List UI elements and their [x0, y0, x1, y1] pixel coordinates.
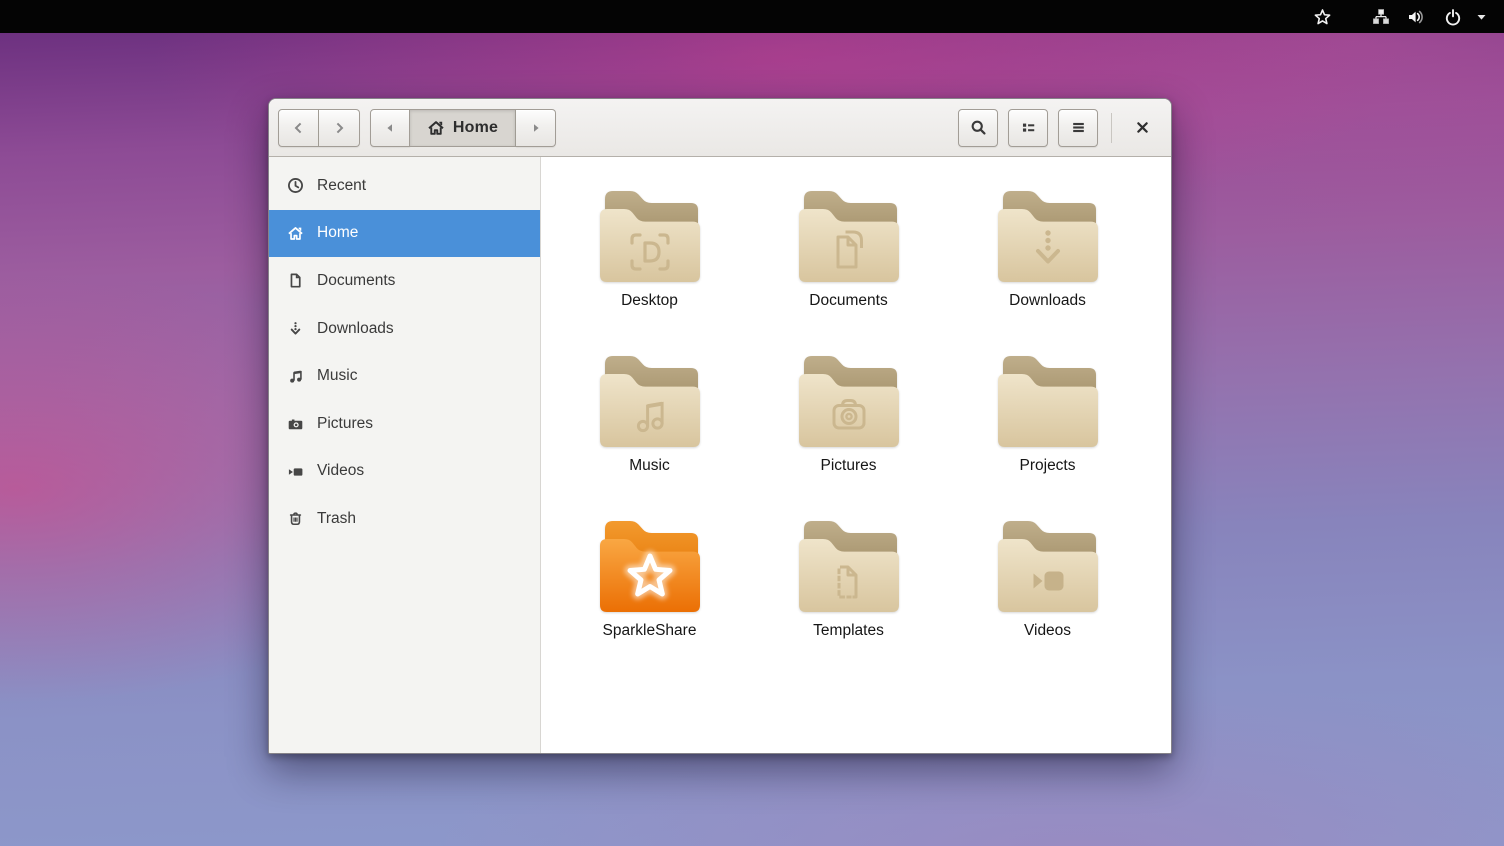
- view-list-icon: [1020, 119, 1037, 136]
- folder-pictures[interactable]: Pictures: [749, 350, 948, 515]
- view-list-button[interactable]: [1008, 109, 1048, 147]
- hamburger-menu-icon: [1070, 119, 1087, 136]
- folder-icon: [598, 185, 702, 285]
- path-previous-button[interactable]: [370, 109, 410, 147]
- folder-videos[interactable]: Videos: [948, 515, 1147, 680]
- file-label: Templates: [813, 622, 884, 640]
- folder-documents[interactable]: Documents: [749, 185, 948, 350]
- file-label: Music: [629, 457, 669, 475]
- search-button[interactable]: [958, 109, 998, 147]
- file-grid: Desktop Documents: [541, 157, 1171, 753]
- sidebar-label: Music: [317, 367, 357, 385]
- sidebar-item-trash[interactable]: Trash: [269, 495, 540, 543]
- sidebar-label: Trash: [317, 510, 356, 528]
- folder-icon-orange: [598, 515, 702, 615]
- sidebar-label: Documents: [317, 272, 395, 290]
- chevron-down-icon[interactable]: [1475, 0, 1488, 33]
- folder-icon: [797, 350, 901, 450]
- file-manager-window: Home: [268, 98, 1172, 754]
- folder-downloads[interactable]: Downloads: [948, 185, 1147, 350]
- headerbar-actions: [948, 109, 1159, 147]
- folder-templates[interactable]: Templates: [749, 515, 948, 680]
- folder-icon: [797, 515, 901, 615]
- close-icon: [1135, 120, 1150, 135]
- home-icon: [427, 119, 445, 137]
- sidebar-label: Videos: [317, 462, 364, 480]
- path-next-button[interactable]: [516, 109, 556, 147]
- menu-button[interactable]: [1058, 109, 1098, 147]
- file-label: SparkleShare: [603, 622, 697, 640]
- network-tree-icon[interactable]: [1372, 0, 1390, 33]
- camera-icon: [287, 415, 304, 432]
- sidebar-item-documents[interactable]: Documents: [269, 257, 540, 305]
- music-notes-icon: [287, 368, 304, 385]
- folder-icon: [996, 185, 1100, 285]
- file-label: Videos: [1024, 622, 1071, 640]
- folder-icon: [598, 350, 702, 450]
- video-camera-icon: [287, 463, 304, 480]
- sidebar-label: Home: [317, 224, 358, 242]
- location-home-button[interactable]: Home: [410, 109, 516, 147]
- desktop-screen: Home: [0, 0, 1504, 846]
- file-label: Pictures: [821, 457, 877, 475]
- headerbar-separator: [1111, 113, 1112, 143]
- folder-icon: [797, 185, 901, 285]
- sidebar-label: Pictures: [317, 415, 373, 433]
- file-label: Desktop: [621, 292, 678, 310]
- window-body: Recent Home Do: [269, 157, 1171, 753]
- download-icon: [287, 320, 304, 337]
- document-icon: [287, 272, 304, 289]
- volume-icon[interactable]: [1407, 0, 1427, 33]
- file-label: Documents: [809, 292, 887, 310]
- trash-icon: [287, 510, 304, 527]
- sidebar-item-videos[interactable]: Videos: [269, 448, 540, 496]
- forward-button[interactable]: [319, 109, 360, 147]
- file-label: Downloads: [1009, 292, 1086, 310]
- sidebar-item-recent[interactable]: Recent: [269, 162, 540, 210]
- close-window-button[interactable]: [1125, 111, 1159, 145]
- power-icon[interactable]: [1444, 0, 1462, 33]
- folder-projects[interactable]: Projects: [948, 350, 1147, 515]
- places-sidebar: Recent Home Do: [269, 157, 541, 753]
- folder-sparkleshare[interactable]: SparkleShare: [550, 515, 749, 680]
- sidebar-label: Downloads: [317, 320, 394, 338]
- location-label: Home: [453, 119, 498, 137]
- folder-desktop[interactable]: Desktop: [550, 185, 749, 350]
- favorites-star-icon[interactable]: [1313, 0, 1332, 33]
- sidebar-item-downloads[interactable]: Downloads: [269, 305, 540, 353]
- sidebar-item-pictures[interactable]: Pictures: [269, 400, 540, 448]
- search-icon: [970, 119, 987, 136]
- folder-icon: [996, 350, 1100, 450]
- system-top-bar: [0, 0, 1504, 33]
- headerbar: Home: [269, 99, 1171, 157]
- folder-icon: [996, 515, 1100, 615]
- history-nav-group: [278, 109, 360, 147]
- sidebar-item-home[interactable]: Home: [269, 210, 540, 258]
- clock-icon: [287, 177, 304, 194]
- back-button[interactable]: [278, 109, 319, 147]
- folder-music[interactable]: Music: [550, 350, 749, 515]
- home-icon: [287, 225, 304, 242]
- sidebar-item-music[interactable]: Music: [269, 352, 540, 400]
- file-label: Projects: [1020, 457, 1076, 475]
- path-bar: Home: [370, 109, 556, 147]
- sidebar-label: Recent: [317, 177, 366, 195]
